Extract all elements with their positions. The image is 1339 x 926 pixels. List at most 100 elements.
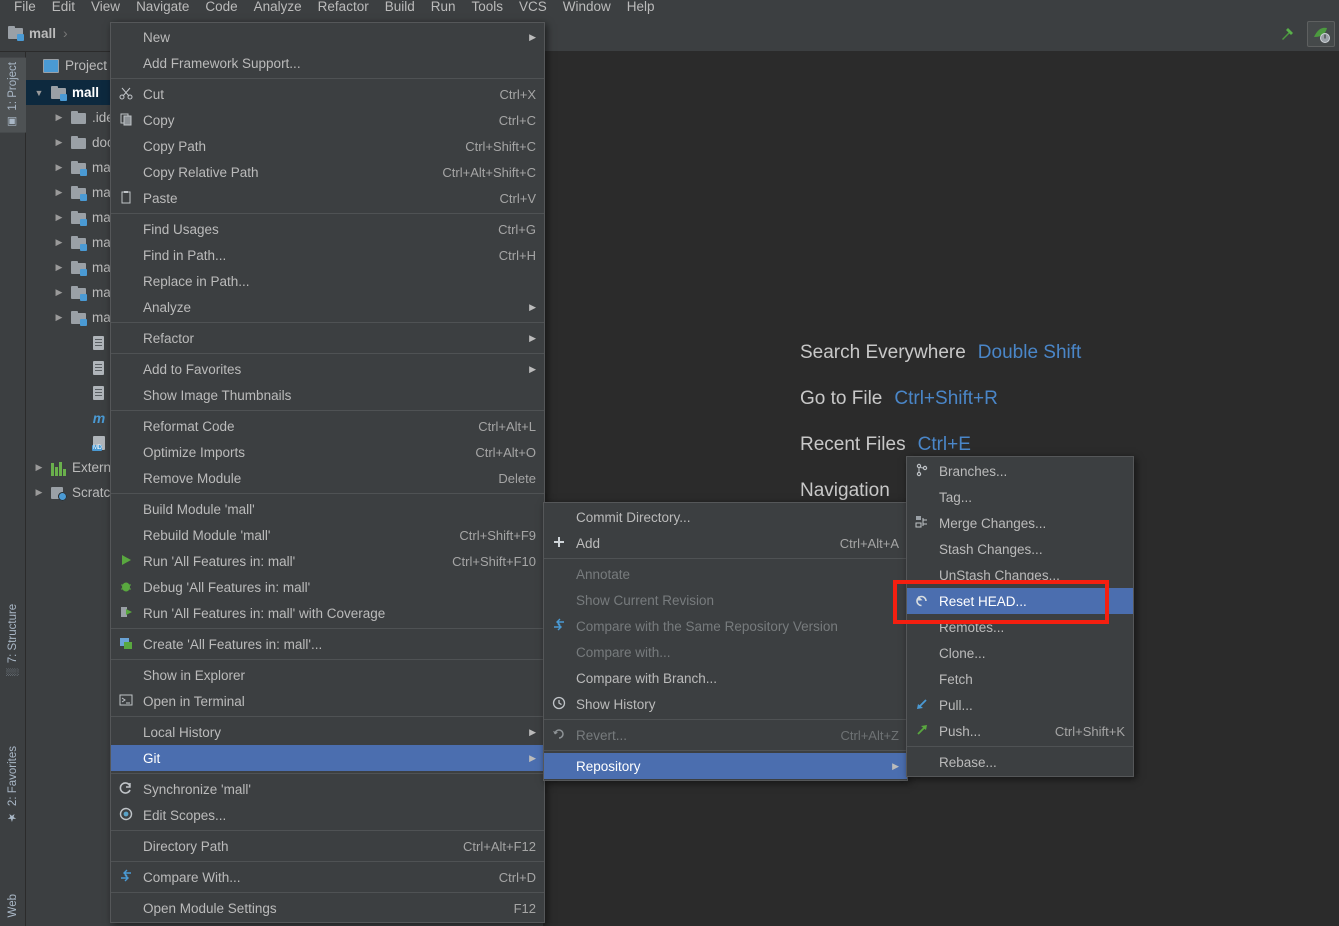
- menu-item-fetch[interactable]: Fetch: [907, 666, 1133, 692]
- run-with-coverage-icon[interactable]: [1307, 21, 1335, 47]
- module-icon: [71, 210, 87, 226]
- menu-item-copy-relative-path[interactable]: Copy Relative PathCtrl+Alt+Shift+C: [111, 159, 544, 185]
- menubar-item-view[interactable]: View: [83, 0, 128, 15]
- hammer-build-icon[interactable]: [1273, 21, 1301, 47]
- menu-item-optimize-imports[interactable]: Optimize ImportsCtrl+Alt+O: [111, 439, 544, 465]
- menubar-item-edit[interactable]: Edit: [44, 0, 83, 15]
- menu-item-clone[interactable]: Clone...: [907, 640, 1133, 666]
- menu-item-open-module-settings[interactable]: Open Module SettingsF12: [111, 895, 544, 921]
- chevron-right-icon[interactable]: ▶: [52, 187, 66, 198]
- chevron-right-icon[interactable]: ▶: [52, 262, 66, 273]
- git-submenu[interactable]: Commit Directory...AddCtrl+Alt+AAnnotate…: [543, 502, 908, 781]
- menubar-item-navigate[interactable]: Navigate: [128, 0, 197, 15]
- menu-item-add[interactable]: AddCtrl+Alt+A: [544, 530, 907, 556]
- clipboard-icon: [117, 190, 135, 207]
- menu-item-paste[interactable]: PasteCtrl+V: [111, 185, 544, 211]
- menu-item-show-history[interactable]: Show History: [544, 691, 907, 717]
- menu-item-new[interactable]: New▶: [111, 24, 544, 50]
- menu-item-shortcut: Ctrl+Shift+F10: [426, 554, 536, 569]
- chevron-right-icon[interactable]: ▶: [52, 287, 66, 298]
- menubar-item-file[interactable]: File: [6, 0, 44, 15]
- menu-item-compare-with-branch[interactable]: Compare with Branch...: [544, 665, 907, 691]
- menu-item-find-usages[interactable]: Find UsagesCtrl+G: [111, 216, 544, 242]
- menu-item-label: Run 'All Features in: mall' with Coverag…: [135, 606, 536, 621]
- menubar-item-help[interactable]: Help: [619, 0, 663, 15]
- menubar-item-refactor[interactable]: Refactor: [310, 0, 377, 15]
- menubar-item-build[interactable]: Build: [377, 0, 423, 15]
- shortcut-hint-label: Recent Files: [800, 434, 906, 456]
- menu-item-debug-all-features-in-mall[interactable]: Debug 'All Features in: mall': [111, 574, 544, 600]
- markdown-icon: [91, 435, 107, 451]
- menu-item-add-framework-support[interactable]: Add Framework Support...: [111, 50, 544, 76]
- menu-item-pull[interactable]: Pull...: [907, 692, 1133, 718]
- menu-item-label: Add to Favorites: [135, 362, 515, 377]
- tool-window-tab-web[interactable]: ◔Web: [0, 890, 26, 926]
- menu-item-directory-path[interactable]: Directory PathCtrl+Alt+F12: [111, 833, 544, 859]
- menu-item-tag[interactable]: Tag...: [907, 484, 1133, 510]
- chevron-right-icon[interactable]: ▶: [52, 312, 66, 323]
- menubar-item-analyze[interactable]: Analyze: [246, 0, 310, 15]
- library-icon: [51, 460, 67, 476]
- chevron-right-icon[interactable]: ▶: [52, 212, 66, 223]
- menu-item-show-in-explorer[interactable]: Show in Explorer: [111, 662, 544, 688]
- chevron-right-icon[interactable]: ▶: [32, 487, 46, 498]
- chevron-down-icon[interactable]: ▼: [32, 88, 46, 98]
- menu-item-build-module-mall[interactable]: Build Module 'mall': [111, 496, 544, 522]
- chevron-right-icon[interactable]: ▶: [52, 137, 66, 148]
- menu-item-commit-directory[interactable]: Commit Directory...: [544, 504, 907, 530]
- menu-item-compare-with[interactable]: Compare With...Ctrl+D: [111, 864, 544, 890]
- menu-separator: [111, 322, 544, 323]
- chevron-right-icon[interactable]: ▶: [52, 237, 66, 248]
- menubar-item-window[interactable]: Window: [555, 0, 619, 15]
- menu-item-copy-path[interactable]: Copy PathCtrl+Shift+C: [111, 133, 544, 159]
- menu-item-add-to-favorites[interactable]: Add to Favorites▶: [111, 356, 544, 382]
- menubar-item-tools[interactable]: Tools: [464, 0, 512, 15]
- tool-window-tab-structure[interactable]: ░7: Structure: [0, 600, 26, 680]
- menu-item-unstash-changes[interactable]: UnStash Changes...: [907, 562, 1133, 588]
- menu-item-refactor[interactable]: Refactor▶: [111, 325, 544, 351]
- menu-item-run-all-features-in-mall-with-coverage[interactable]: Run 'All Features in: mall' with Coverag…: [111, 600, 544, 626]
- project-context-menu[interactable]: New▶Add Framework Support...CutCtrl+XCop…: [110, 22, 545, 923]
- menu-item-repository[interactable]: Repository▶: [544, 753, 907, 779]
- menu-item-label: Run 'All Features in: mall': [135, 554, 426, 569]
- menu-item-shortcut: F12: [488, 901, 536, 916]
- menu-item-push[interactable]: Push...Ctrl+Shift+K: [907, 718, 1133, 744]
- menu-item-cut[interactable]: CutCtrl+X: [111, 81, 544, 107]
- menu-item-merge-changes[interactable]: Merge Changes...: [907, 510, 1133, 536]
- menu-item-analyze[interactable]: Analyze▶: [111, 294, 544, 320]
- menubar-item-code[interactable]: Code: [197, 0, 245, 15]
- menubar-item-vcs[interactable]: VCS: [511, 0, 555, 15]
- tool-window-tab-project[interactable]: ▣1: Project: [0, 58, 26, 133]
- menu-item-create-all-features-in-mall[interactable]: Create 'All Features in: mall'...: [111, 631, 544, 657]
- menu-item-rebuild-module-mall[interactable]: Rebuild Module 'mall'Ctrl+Shift+F9: [111, 522, 544, 548]
- menu-item-label: Copy Path: [135, 139, 439, 154]
- menu-item-label: Merge Changes...: [931, 516, 1125, 531]
- menubar-item-run[interactable]: Run: [423, 0, 464, 15]
- menu-item-show-image-thumbnails[interactable]: Show Image Thumbnails: [111, 382, 544, 408]
- menu-item-open-in-terminal[interactable]: Open in Terminal: [111, 688, 544, 714]
- menu-item-remove-module[interactable]: Remove ModuleDelete: [111, 465, 544, 491]
- menu-separator: [111, 830, 544, 831]
- menu-item-edit-scopes[interactable]: Edit Scopes...: [111, 802, 544, 828]
- menu-item-reset-head[interactable]: Reset HEAD...: [907, 588, 1133, 614]
- menu-item-remotes[interactable]: Remotes...: [907, 614, 1133, 640]
- menu-item-stash-changes[interactable]: Stash Changes...: [907, 536, 1133, 562]
- repository-submenu[interactable]: Branches... Tag... Merge Changes... Stash C…: [906, 456, 1134, 777]
- chevron-right-icon[interactable]: ▶: [52, 112, 66, 123]
- menu-item-replace-in-path[interactable]: Replace in Path...: [111, 268, 544, 294]
- menu-item-branches[interactable]: Branches...: [907, 458, 1133, 484]
- module-icon: [71, 235, 87, 251]
- menu-item-label: Tag...: [931, 490, 1125, 505]
- menu-item-find-in-path[interactable]: Find in Path...Ctrl+H: [111, 242, 544, 268]
- chevron-right-icon[interactable]: ▶: [52, 162, 66, 173]
- menu-item-git[interactable]: Git▶: [111, 745, 544, 771]
- menu-item-synchronize-mall[interactable]: Synchronize 'mall': [111, 776, 544, 802]
- menu-item-rebase[interactable]: Rebase...: [907, 749, 1133, 775]
- menu-item-local-history[interactable]: Local History▶: [111, 719, 544, 745]
- folder-icon: [71, 110, 87, 126]
- menu-item-copy[interactable]: CopyCtrl+C: [111, 107, 544, 133]
- tool-window-tab-favorites[interactable]: ★2: Favorites: [0, 742, 26, 828]
- menu-item-reformat-code[interactable]: Reformat CodeCtrl+Alt+L: [111, 413, 544, 439]
- menu-item-run-all-features-in-mall[interactable]: Run 'All Features in: mall'Ctrl+Shift+F1…: [111, 548, 544, 574]
- chevron-right-icon[interactable]: ▶: [32, 462, 46, 473]
